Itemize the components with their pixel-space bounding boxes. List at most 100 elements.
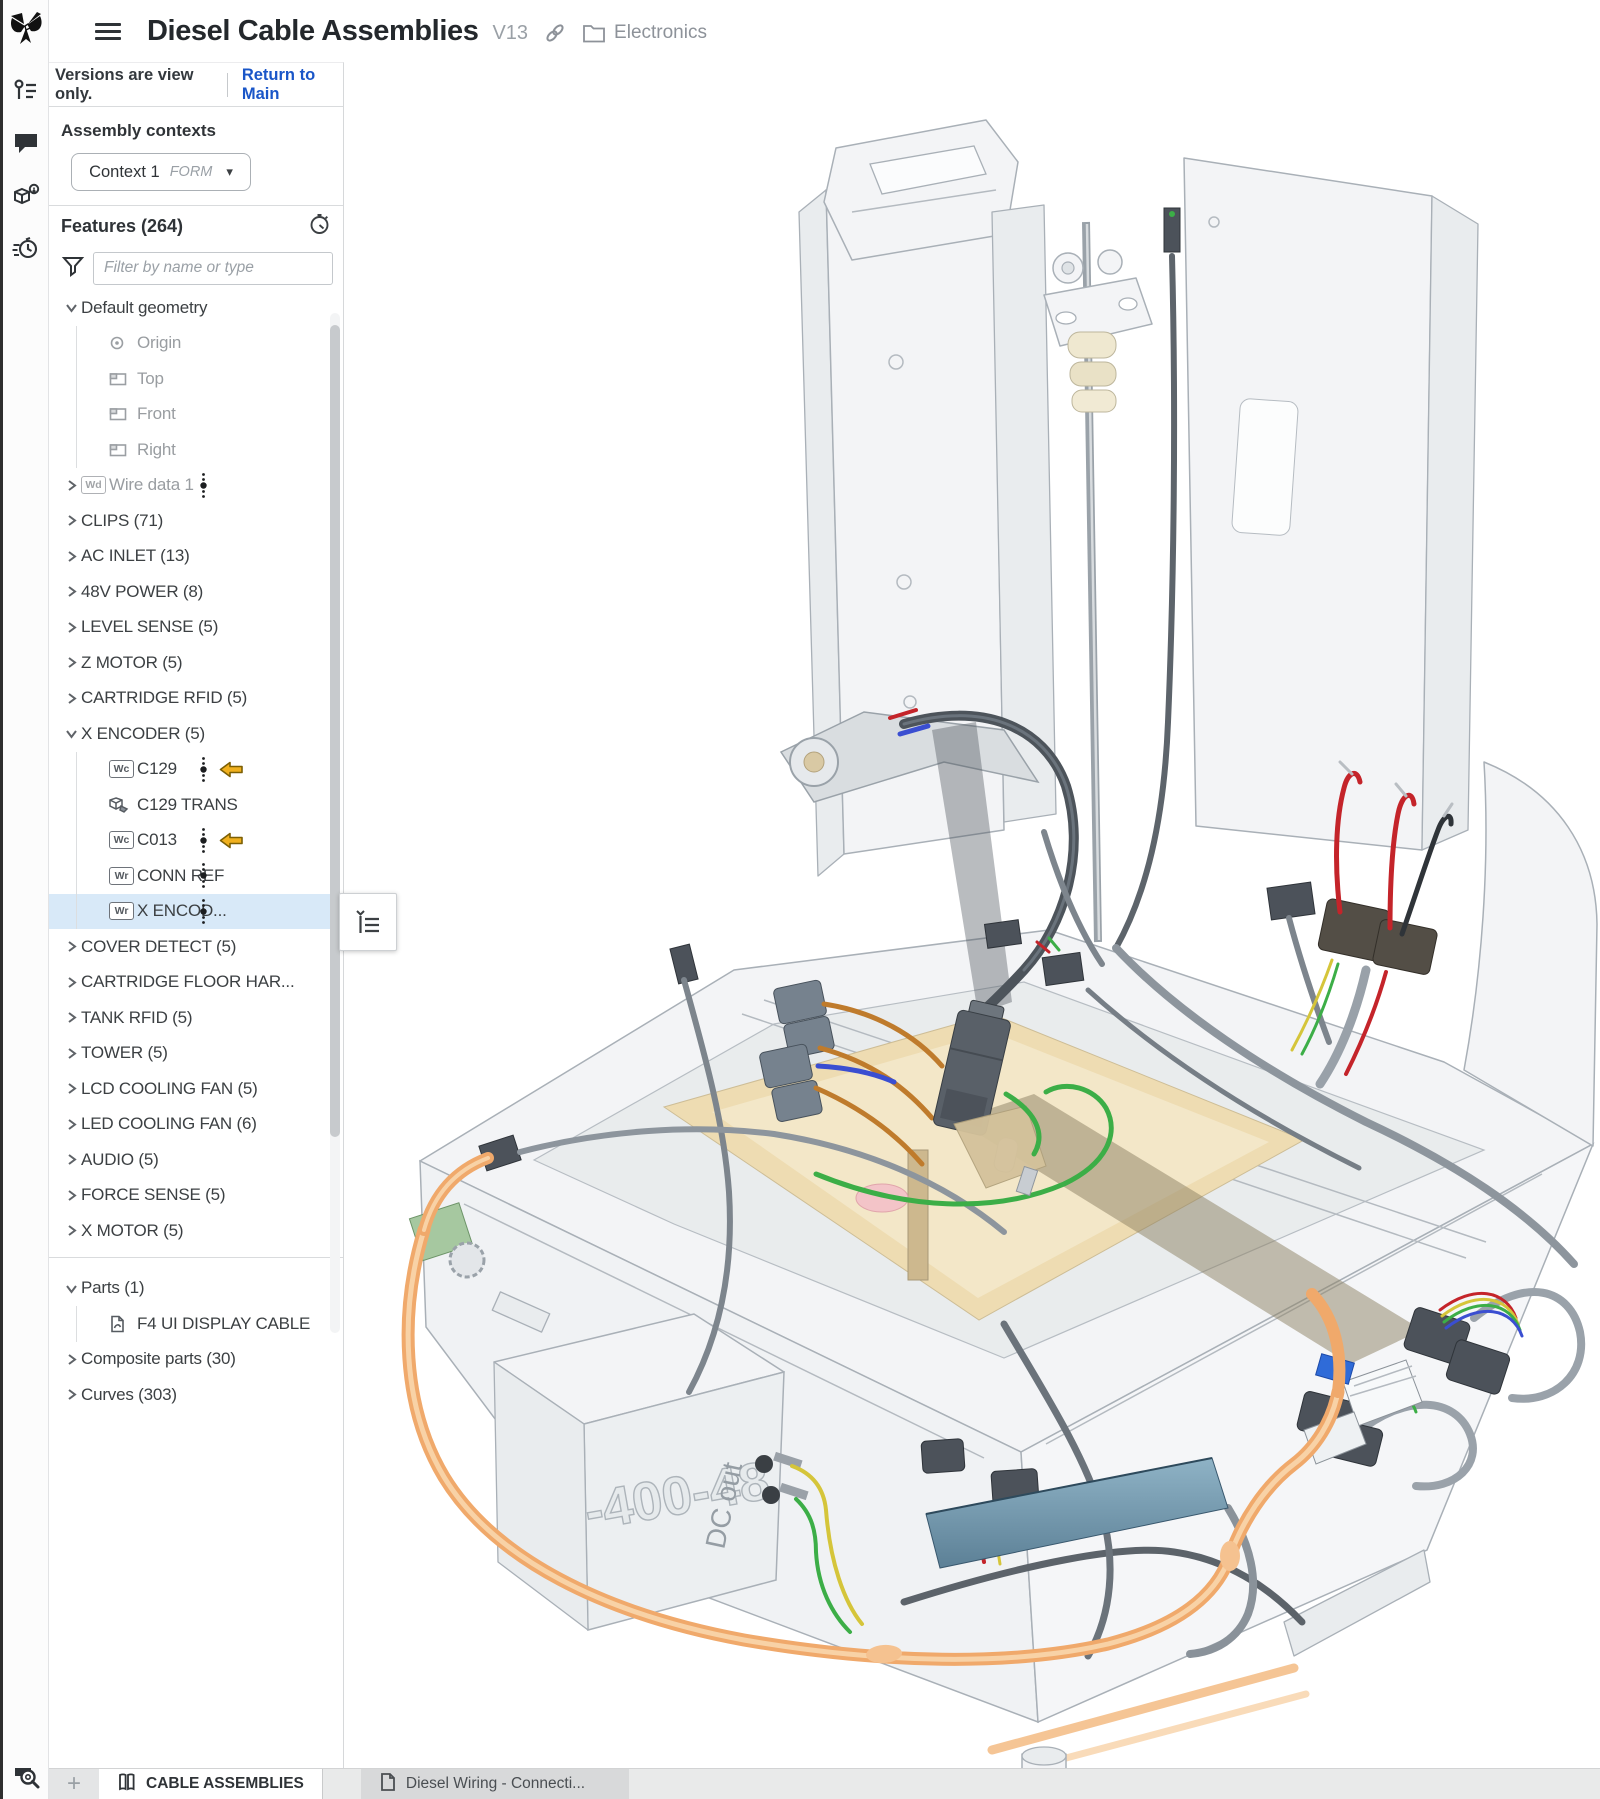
chevron-right-icon[interactable] xyxy=(61,940,81,953)
chevron-down-icon[interactable] xyxy=(61,727,81,740)
document-title: Diesel Cable Assemblies xyxy=(147,15,478,48)
chevron-right-icon[interactable] xyxy=(61,1118,81,1131)
main-menu-icon[interactable] xyxy=(95,19,121,44)
feature-tree-item[interactable]: LED COOLING FAN (6) xyxy=(49,1107,343,1143)
feature-tree-item[interactable]: AC INLET (13) xyxy=(49,539,343,575)
chevron-right-icon[interactable] xyxy=(61,585,81,598)
chevron-right-icon[interactable] xyxy=(61,976,81,989)
feature-tree-item[interactable]: TANK RFID (5) xyxy=(49,1000,343,1036)
chevron-right-icon[interactable] xyxy=(61,1153,81,1166)
feature-type-chip: Wc xyxy=(109,760,134,778)
share-link-icon[interactable] xyxy=(544,22,566,44)
chevron-right-icon[interactable] xyxy=(61,550,81,563)
chevron-right-icon[interactable] xyxy=(61,1011,81,1024)
onshape-app: Diesel Cable Assemblies V13 Electronics … xyxy=(0,0,1600,1799)
feature-tree-item[interactable]: CARTRIDGE RFID (5) xyxy=(49,681,343,717)
context-dropdown[interactable]: Context 1 FORM ▾ xyxy=(71,153,251,191)
feature-tree-item[interactable]: Parts (1) xyxy=(49,1271,343,1307)
return-to-main-link[interactable]: Return to Main xyxy=(242,66,343,104)
feature-filter-input[interactable] xyxy=(93,252,333,285)
machine-foot xyxy=(1014,1747,1074,1768)
feature-tree-item[interactable]: AUDIO (5) xyxy=(49,1142,343,1178)
onshape-logo[interactable] xyxy=(3,0,49,60)
transform-icon xyxy=(109,796,129,814)
feature-tree-item[interactable]: WrX ENCOD... xyxy=(49,894,343,930)
feature-tree-item[interactable]: Curves (303) xyxy=(49,1377,343,1413)
tab-cable-assemblies[interactable]: CABLE ASSEMBLIES xyxy=(99,1769,323,1799)
chevron-right-icon[interactable] xyxy=(61,1082,81,1095)
feature-list-popup-button[interactable] xyxy=(339,893,397,951)
feature-label: C129 TRANS xyxy=(137,795,238,815)
lead-screw-assembly xyxy=(1044,222,1152,942)
banner-divider xyxy=(227,73,228,97)
features-heading: Features (264) xyxy=(61,216,183,237)
feature-tree-item[interactable]: FORCE SENSE (5) xyxy=(49,1178,343,1214)
feature-label: Curves (303) xyxy=(81,1385,177,1405)
version-badge[interactable]: V13 xyxy=(492,22,528,45)
feature-tree-item[interactable]: Composite parts (30) xyxy=(49,1342,343,1378)
chevron-down-icon[interactable] xyxy=(61,1282,81,1295)
document-header: Diesel Cable Assemblies V13 Electronics xyxy=(49,0,1600,62)
feature-tree-item[interactable]: WcC013 xyxy=(49,823,343,859)
feature-tree-item[interactable]: COVER DETECT (5) xyxy=(49,929,343,965)
part-inspect-icon[interactable] xyxy=(11,180,41,210)
feature-tree-item[interactable]: X MOTOR (5) xyxy=(49,1213,343,1249)
feature-label: 48V POWER (8) xyxy=(81,582,203,602)
rollback-arrow-icon xyxy=(218,832,244,849)
search-tabs-icon[interactable] xyxy=(11,1760,43,1795)
feature-tree-item[interactable]: X ENCODER (5) xyxy=(49,716,343,752)
feature-tree-item[interactable]: Top xyxy=(49,361,343,397)
tab-diesel-wiring[interactable]: Diesel Wiring - Connecti... xyxy=(361,1769,629,1799)
feature-label: Origin xyxy=(137,333,181,353)
assembly-contexts-section: Assembly contexts Context 1 FORM ▾ xyxy=(49,107,343,206)
feature-tree-item[interactable]: Origin xyxy=(49,326,343,362)
feature-tree-item[interactable]: Z MOTOR (5) xyxy=(49,645,343,681)
assembly-tab-icon xyxy=(117,1772,137,1797)
feature-tree: Default geometry Origin TopFrontRightWdWir… xyxy=(49,290,343,1413)
assembly-contexts-heading: Assembly contexts xyxy=(61,121,331,141)
feature-label: CONN REF xyxy=(137,866,224,886)
3d-viewport[interactable]: -400-48 DC out xyxy=(344,62,1600,1768)
chevron-right-icon[interactable] xyxy=(61,656,81,669)
add-tab-button[interactable]: + xyxy=(49,1769,99,1799)
history-icon[interactable] xyxy=(11,232,41,262)
feature-label: X MOTOR (5) xyxy=(81,1221,183,1241)
filter-funnel-icon[interactable] xyxy=(61,254,85,283)
feature-tree-item[interactable]: TOWER (5) xyxy=(49,1036,343,1072)
filter-row xyxy=(49,246,343,290)
chevron-right-icon[interactable] xyxy=(61,1047,81,1060)
feature-tree-item[interactable]: WdWire data 1 xyxy=(49,468,343,504)
chevron-right-icon[interactable] xyxy=(61,1353,81,1366)
chevron-right-icon[interactable] xyxy=(61,1224,81,1237)
feature-tree-item[interactable]: LCD COOLING FAN (5) xyxy=(49,1071,343,1107)
feature-tree-item[interactable]: WcC129 xyxy=(49,752,343,788)
folder-icon xyxy=(582,22,606,44)
chevron-right-icon[interactable] xyxy=(61,692,81,705)
feature-tree-item[interactable]: Default geometry xyxy=(49,290,343,326)
comment-icon[interactable] xyxy=(11,128,41,158)
feature-tree-item[interactable]: F4 UI DISPLAY CABLE xyxy=(49,1306,343,1342)
feature-label: F4 UI DISPLAY CABLE xyxy=(137,1314,310,1334)
features-panel: Versions are view only. Return to Main A… xyxy=(49,62,344,1768)
feature-tree-item[interactable]: CARTRIDGE FLOOR HAR... xyxy=(49,965,343,1001)
regenerate-timer-icon[interactable] xyxy=(308,212,331,240)
breadcrumb-folder[interactable]: Electronics xyxy=(614,22,707,44)
feature-tree-item[interactable]: Front xyxy=(49,397,343,433)
chevron-right-icon[interactable] xyxy=(61,514,81,527)
chevron-down-icon[interactable] xyxy=(61,301,81,314)
chevron-right-icon[interactable] xyxy=(61,1189,81,1202)
feature-list-icon[interactable] xyxy=(11,76,41,106)
feature-tree-item[interactable]: C129 TRANS xyxy=(49,787,343,823)
feature-tree-item[interactable]: LEVEL SENSE (5) xyxy=(49,610,343,646)
context-mode-badge: FORM xyxy=(170,164,213,180)
feature-tree-item[interactable]: WrCONN REF xyxy=(49,858,343,894)
feature-tree-item[interactable]: Right xyxy=(49,432,343,468)
feature-label: Parts (1) xyxy=(81,1278,144,1298)
feature-tree-item[interactable]: CLIPS (71) xyxy=(49,503,343,539)
chevron-right-icon[interactable] xyxy=(61,1388,81,1401)
chevron-right-icon[interactable] xyxy=(61,621,81,634)
scrollbar-thumb[interactable] xyxy=(330,325,340,1137)
feature-label: CARTRIDGE RFID (5) xyxy=(81,688,247,708)
feature-tree-item[interactable]: 48V POWER (8) xyxy=(49,574,343,610)
chevron-right-icon[interactable] xyxy=(61,479,81,492)
